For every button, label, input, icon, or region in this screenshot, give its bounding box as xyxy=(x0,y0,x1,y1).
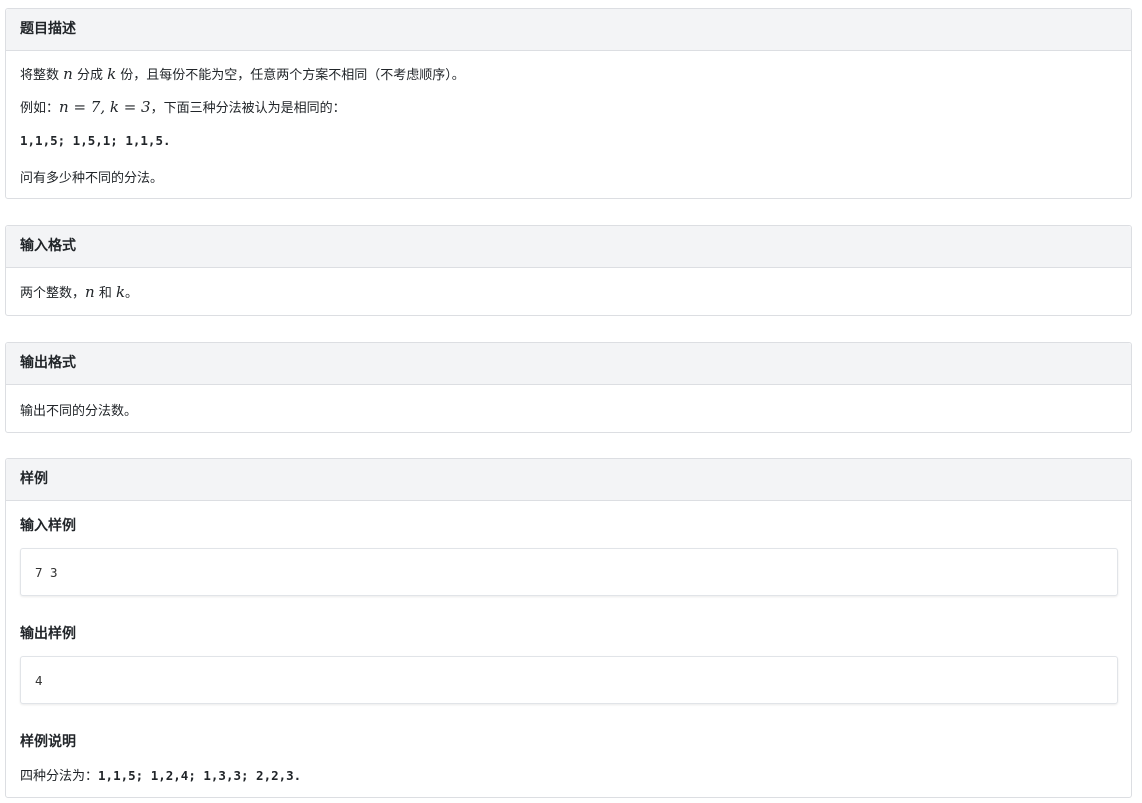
description-title: 题目描述 xyxy=(6,9,1131,51)
math-k: k xyxy=(107,65,117,83)
math-k: k xyxy=(115,283,126,301)
sample-title: 样例 xyxy=(6,459,1131,501)
description-line-4: 问有多少种不同的分法。 xyxy=(20,171,164,186)
sample-output-title: 输出样例 xyxy=(20,626,76,642)
description-line-2: 例如：n = 7, k = 3，下面三种分法被认为是相同的： xyxy=(20,98,346,116)
output-format-text: 输出不同的分法数。 xyxy=(20,404,138,419)
sample-explain-text: 四种分法为：1,1,5; 1,2,4; 1,3,3; 2,2,3. xyxy=(20,768,302,784)
math-n: n xyxy=(63,65,73,83)
description-panel: 题目描述 将整数 n 分成 k 份，且每份不能为空，任意两个方案不相同（不考虑顺… xyxy=(5,8,1132,199)
math-example: n = 7, k = 3 xyxy=(59,98,151,116)
math-n: n xyxy=(85,283,95,301)
sample-input-box[interactable]: 7 3 xyxy=(20,548,1118,596)
sample-output-box[interactable]: 4 xyxy=(20,656,1118,704)
input-format-panel: 输入格式 两个整数，n 和 k。 xyxy=(5,225,1132,316)
input-format-text: 两个整数，n 和 k。 xyxy=(20,283,139,301)
output-format-title: 输出格式 xyxy=(6,343,1131,385)
description-line-1: 将整数 n 分成 k 份，且每份不能为空，任意两个方案不相同（不考虑顺序）。 xyxy=(20,65,465,83)
sample-panel: 样例 输入样例 7 3 输出样例 4 样例说明 四种分法为：1,1,5; 1,2… xyxy=(5,458,1132,798)
description-line-3: 1,1,5; 1,5,1; 1,1,5. xyxy=(20,133,171,148)
sample-input-title: 输入样例 xyxy=(20,518,76,534)
sample-explain-title: 样例说明 xyxy=(20,734,76,750)
output-format-panel: 输出格式 输出不同的分法数。 xyxy=(5,342,1132,433)
input-format-title: 输入格式 xyxy=(6,226,1131,268)
